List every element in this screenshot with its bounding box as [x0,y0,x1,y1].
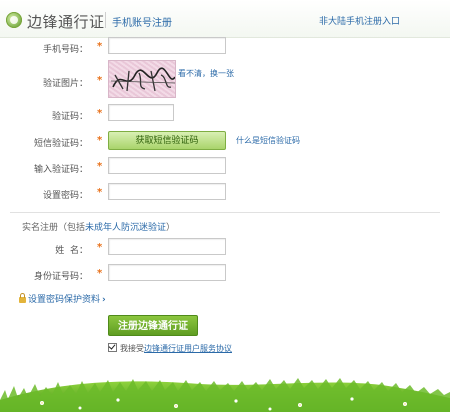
password-input[interactable] [108,183,226,200]
required-mark: * [97,268,103,279]
captcha-refresh-link[interactable]: 看不清，换一张 [178,68,234,79]
enter-code-row: 输入验证码： * [0,157,450,179]
header-divider [105,12,106,28]
id-label: 身份证号码： [33,272,88,282]
name-label: 姓 名： [55,246,88,256]
anti-addiction-highlight: 未成年人防沉迷验证 [85,223,167,233]
phone-input[interactable] [108,37,226,54]
realname-section-title: 实名注册（包括未成年人防沉迷验证） [22,220,175,233]
required-mark: * [97,108,103,119]
required-mark: * [97,161,103,172]
required-mark: * [97,75,103,86]
sms-help-link[interactable]: 什么是短信验证码 [236,135,300,146]
captcha-code-label: 验证码： [51,112,88,122]
captcha-code-input[interactable] [108,104,174,121]
register-submit-button[interactable]: 注册边锋通行证 [108,315,198,336]
user-agreement-link[interactable]: 边锋通行证用户服务协议 [144,344,232,353]
agreement-checkbox[interactable] [108,343,117,352]
page-subtitle: 手机账号注册 [112,18,172,29]
sms-code-label: 短信验证码： [33,139,88,149]
grass-decoration [0,378,450,412]
overseas-register-link[interactable]: 非大陆手机注册入口 [319,14,400,27]
agreement-prefix: 我接受 [120,344,144,353]
section-divider [10,212,440,213]
captcha-image-label: 验证图片： [42,79,88,89]
phone-row: 手机号码： * [0,37,450,59]
password-label: 设置密码： [42,191,88,201]
name-input[interactable] [108,238,226,255]
chevron-right-icon: › [102,295,106,305]
phone-label: 手机号码： [42,45,88,55]
logo-icon [6,12,22,28]
password-protection-label: 设置密码保护资料 [28,295,101,305]
sms-code-input[interactable] [108,157,226,174]
enter-code-label: 输入验证码： [33,165,88,175]
required-mark: * [97,41,103,52]
required-mark: * [97,135,103,146]
realname-title-prefix: 实名注册（包括 [22,223,86,233]
logo-text: 边锋通行证 [27,13,105,31]
captcha-code-row: 验证码： * [0,104,450,126]
realname-title-suffix: ） [166,223,176,233]
required-mark: * [97,187,103,198]
password-protection-link[interactable]: 设置密码保护资料 › [19,292,106,305]
required-mark: * [97,242,103,253]
captcha-image[interactable] [108,60,176,98]
name-row: 姓 名： * [0,238,450,260]
id-number-input[interactable] [108,264,226,281]
id-row: 身份证号码： * [0,264,450,286]
agreement: 我接受边锋通行证用户服务协议 [108,342,232,354]
get-sms-code-button[interactable]: 获取短信验证码 [108,131,226,150]
lock-icon [19,293,26,303]
header: 边锋通行证 手机账号注册 非大陆手机注册入口 [0,0,450,38]
password-row: 设置密码： * [0,183,450,205]
